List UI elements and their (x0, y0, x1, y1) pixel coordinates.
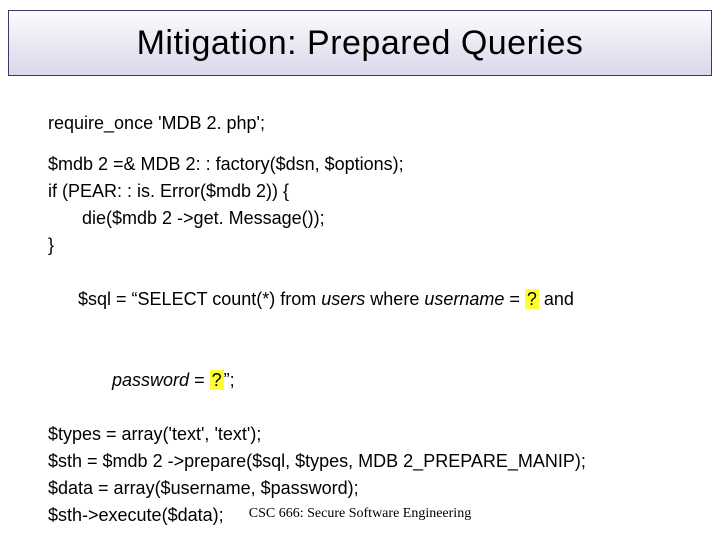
code-line: } (48, 232, 672, 259)
text: = (504, 289, 525, 309)
keyword-password: password (112, 370, 189, 390)
slide-title: Mitigation: Prepared Queries (137, 24, 584, 63)
code-line: $sth = $mdb 2 ->prepare($sql, $types, MD… (48, 448, 672, 475)
slide-footer: CSC 666: Secure Software Engineering (0, 506, 720, 522)
text: $sql = “SELECT count(*) from (78, 289, 321, 309)
title-bar: Mitigation: Prepared Queries (8, 10, 712, 76)
code-line: $data = array($username, $password); (48, 475, 672, 502)
text: ”; (224, 370, 235, 390)
text: where (365, 289, 424, 309)
bind-placeholder: ? (525, 289, 539, 309)
code-line-sql-1: $sql = “SELECT count(*) from users where… (48, 259, 672, 340)
code-line: if (PEAR: : is. Error($mdb 2)) { (48, 178, 672, 205)
code-line: die($mdb 2 ->get. Message()); (48, 205, 672, 232)
bind-placeholder: ? (210, 370, 224, 390)
code-line-sql-2: password = ?”; (48, 340, 672, 421)
slide: Mitigation: Prepared Queries require_onc… (0, 0, 720, 540)
code-line: $types = array('text', 'text'); (48, 421, 672, 448)
code-line: $mdb 2 =& MDB 2: : factory($dsn, $option… (48, 151, 672, 178)
keyword-username: username (424, 289, 504, 309)
keyword-users: users (321, 289, 365, 309)
slide-body: require_once 'MDB 2. php'; $mdb 2 =& MDB… (48, 110, 672, 529)
code-line: require_once 'MDB 2. php'; (48, 110, 672, 137)
text: = (189, 370, 210, 390)
text: and (539, 289, 574, 309)
